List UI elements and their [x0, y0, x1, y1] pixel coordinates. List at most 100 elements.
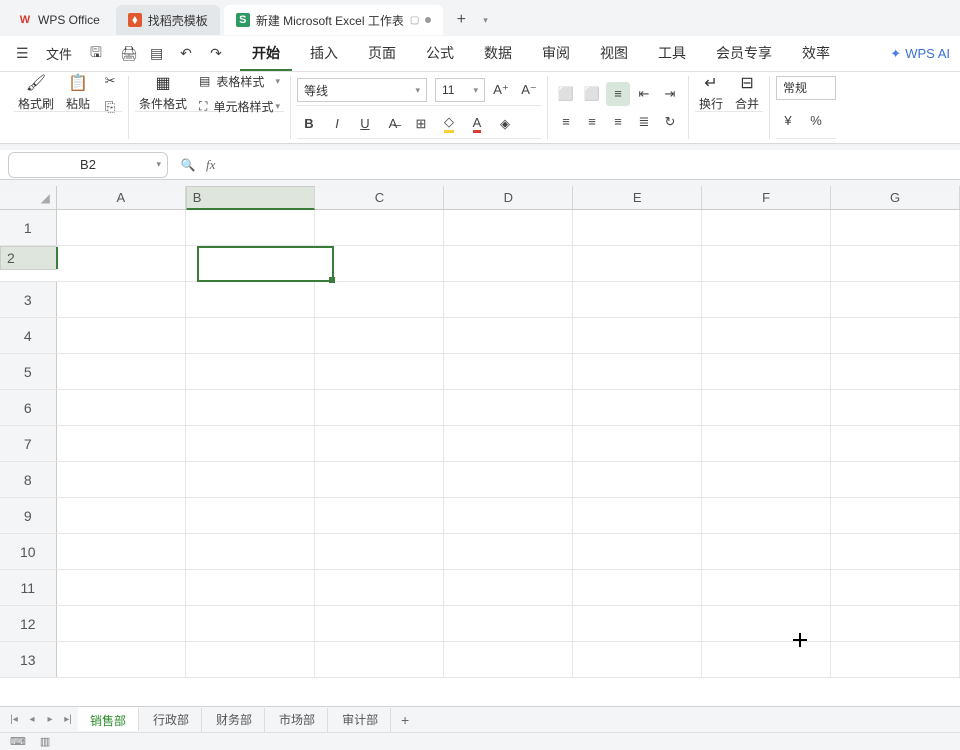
- sheet-tab-finance[interactable]: 财务部: [204, 708, 265, 732]
- spreadsheet-grid[interactable]: ◢ A B C D E F G 12345678910111213: [0, 186, 960, 706]
- align-top-button[interactable]: ⬜: [554, 82, 578, 106]
- row-header[interactable]: 11: [0, 570, 57, 605]
- cell[interactable]: [444, 642, 573, 677]
- redo-icon[interactable]: ↷: [204, 41, 228, 66]
- cell[interactable]: [444, 606, 573, 641]
- select-all-corner[interactable]: ◢: [0, 186, 57, 209]
- cell[interactable]: [186, 570, 315, 605]
- underline-button[interactable]: U: [353, 112, 377, 136]
- italic-button[interactable]: I: [325, 112, 349, 136]
- cell[interactable]: [831, 354, 960, 389]
- cell[interactable]: [573, 318, 702, 353]
- cell[interactable]: [573, 606, 702, 641]
- cell[interactable]: [57, 498, 186, 533]
- cell[interactable]: [315, 390, 444, 425]
- cell[interactable]: [573, 534, 702, 569]
- number-format-select[interactable]: 常规: [776, 76, 836, 100]
- cell[interactable]: [702, 246, 831, 281]
- orientation-button[interactable]: ↻: [658, 110, 682, 134]
- cell-style-button[interactable]: ⛶单元格样式▾: [195, 95, 284, 118]
- cell[interactable]: [57, 282, 186, 317]
- app-tab-templates[interactable]: ⬧ 找稻壳模板: [116, 5, 220, 35]
- cell[interactable]: [444, 354, 573, 389]
- fx-icon[interactable]: fx: [200, 157, 221, 173]
- font-color-button[interactable]: A: [465, 112, 489, 136]
- cell[interactable]: [573, 354, 702, 389]
- layout-icon[interactable]: ▥: [40, 735, 50, 748]
- tab-view[interactable]: 视图: [588, 37, 640, 71]
- cell[interactable]: [702, 462, 831, 497]
- tab-start[interactable]: 开始: [240, 37, 292, 71]
- cell[interactable]: [57, 426, 186, 461]
- cell[interactable]: [186, 426, 315, 461]
- bold-button[interactable]: B: [297, 112, 321, 136]
- tab-page[interactable]: 页面: [356, 37, 408, 71]
- cell[interactable]: [444, 462, 573, 497]
- cell[interactable]: [702, 534, 831, 569]
- cell[interactable]: [186, 498, 315, 533]
- row-header[interactable]: 12: [0, 606, 57, 641]
- copy-button[interactable]: ⎘: [98, 95, 122, 119]
- font-select[interactable]: 等线▾: [297, 78, 427, 102]
- cell[interactable]: [444, 390, 573, 425]
- cell[interactable]: [573, 570, 702, 605]
- cell[interactable]: [186, 210, 315, 245]
- tab-review[interactable]: 审阅: [530, 37, 582, 71]
- cell[interactable]: [57, 390, 186, 425]
- sheet-tab-sales[interactable]: 销售部: [78, 707, 139, 731]
- cell[interactable]: [444, 570, 573, 605]
- col-header-b[interactable]: B: [186, 186, 316, 210]
- cell[interactable]: [57, 354, 186, 389]
- borders-button[interactable]: ⊞: [409, 112, 433, 136]
- undo-icon[interactable]: ↶: [174, 41, 198, 66]
- font-size-select[interactable]: 11▾: [435, 78, 485, 102]
- tab-insert[interactable]: 插入: [298, 37, 350, 71]
- formula-input[interactable]: [221, 152, 960, 178]
- keyboard-icon[interactable]: ⌨: [10, 735, 26, 748]
- row-header[interactable]: 5: [0, 354, 57, 389]
- row-header[interactable]: 2: [0, 246, 57, 270]
- cell[interactable]: [573, 246, 702, 281]
- col-header-d[interactable]: D: [444, 186, 573, 209]
- align-justify-button[interactable]: ≣: [632, 110, 656, 134]
- row-header[interactable]: 13: [0, 642, 57, 677]
- cell[interactable]: [186, 606, 315, 641]
- align-right-button[interactable]: ≡: [606, 110, 630, 134]
- cell[interactable]: [57, 210, 186, 245]
- decrease-indent-button[interactable]: ⇤: [632, 82, 656, 106]
- cell[interactable]: [702, 210, 831, 245]
- cell[interactable]: [315, 462, 444, 497]
- row-header[interactable]: 10: [0, 534, 57, 569]
- cell[interactable]: [702, 606, 831, 641]
- cell[interactable]: [57, 462, 186, 497]
- tab-data[interactable]: 数据: [472, 37, 524, 71]
- merge-button[interactable]: ⊟合并: [731, 72, 763, 115]
- cond-format-button[interactable]: ▦条件格式: [135, 72, 191, 115]
- cell[interactable]: [831, 498, 960, 533]
- name-box[interactable]: B2 ▾: [8, 152, 168, 178]
- cell[interactable]: [57, 606, 186, 641]
- cell[interactable]: [186, 534, 315, 569]
- cell[interactable]: [573, 462, 702, 497]
- cell[interactable]: [444, 318, 573, 353]
- cell[interactable]: [702, 498, 831, 533]
- file-menu[interactable]: 文件: [40, 40, 78, 67]
- cell[interactable]: [57, 318, 186, 353]
- new-tab-button[interactable]: +: [447, 6, 475, 34]
- cell[interactable]: [702, 570, 831, 605]
- align-center-button[interactable]: ≡: [580, 110, 604, 134]
- strikethrough-button[interactable]: A̶: [381, 112, 405, 136]
- cell[interactable]: [702, 642, 831, 677]
- fill-color-button[interactable]: ◇: [437, 112, 461, 136]
- col-header-f[interactable]: F: [702, 186, 831, 209]
- clear-format-button[interactable]: ◈: [493, 112, 517, 136]
- cell[interactable]: [831, 246, 960, 281]
- wps-ai-button[interactable]: ✦ WPS AI: [890, 46, 950, 62]
- tab-formula[interactable]: 公式: [414, 37, 466, 71]
- cell[interactable]: [831, 210, 960, 245]
- cell[interactable]: [573, 498, 702, 533]
- cell[interactable]: [315, 318, 444, 353]
- cell[interactable]: [573, 390, 702, 425]
- col-header-e[interactable]: E: [573, 186, 702, 209]
- sheet-nav-first[interactable]: |◂: [6, 714, 22, 725]
